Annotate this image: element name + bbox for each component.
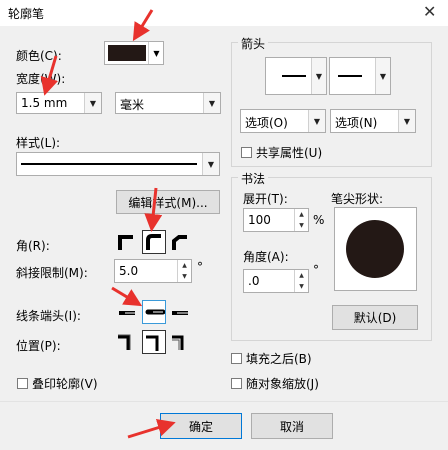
line-cap-label: 线条端头(I): (16, 309, 81, 323)
center-position-icon (146, 335, 159, 351)
width-label: 宽度(W): (16, 72, 66, 86)
angle-unit: ° (313, 263, 319, 277)
share-attributes-label: 共享属性(U) (256, 146, 323, 160)
butt-cap-option[interactable] (116, 303, 138, 325)
behind-fill-checkbox[interactable] (231, 353, 242, 364)
width-combo[interactable]: 1.5 mm ▼ (16, 92, 102, 114)
bevel-corner-option[interactable] (170, 232, 192, 254)
stretch-label: 展开(T): (243, 192, 288, 206)
share-attributes-checkbox[interactable] (241, 147, 252, 158)
bevel-corner-icon (172, 235, 187, 250)
style-label: 样式(L): (16, 136, 61, 150)
round-corner-option[interactable] (142, 230, 166, 254)
behind-fill-label: 填充之后(B) (246, 352, 312, 366)
calligraphy-group-label: 书法 (238, 170, 269, 187)
overprint-label: 叠印轮廓(V) (32, 377, 98, 391)
ok-button[interactable]: 确定 (160, 413, 242, 439)
angle-spinner[interactable]: .0 ▲ ▼ (243, 269, 309, 293)
close-icon[interactable]: ✕ (423, 2, 436, 21)
position-label: 位置(P): (16, 339, 61, 353)
edit-style-button[interactable]: 编辑样式(M)... (116, 190, 220, 214)
nib-circle (346, 220, 404, 278)
chevron-down-icon: ▼ (375, 58, 390, 94)
title-bar (0, 0, 448, 26)
square-cap-icon (172, 311, 188, 315)
color-label: 颜色(C): (16, 49, 62, 63)
unit-combo[interactable]: 毫米 ▼ (115, 92, 221, 114)
default-button[interactable]: 默认(D) (332, 305, 418, 330)
width-value: 1.5 mm (21, 96, 68, 110)
miter-corner-option[interactable] (116, 232, 138, 254)
miter-limit-unit: ° (197, 260, 203, 274)
chevron-down-icon: ▼ (398, 110, 415, 132)
end-arrow-options[interactable]: 选项(N) ▼ (330, 109, 416, 133)
miter-limit-label: 斜接限制(M): (16, 266, 88, 280)
chevron-down-icon: ▼ (84, 93, 101, 113)
end-arrow-options-label: 选项(N) (335, 116, 378, 130)
miter-limit-spinner[interactable]: 5.0 ▲ ▼ (114, 259, 192, 283)
scale-with-image-checkbox[interactable] (231, 378, 242, 389)
corner-label: 角(R): (16, 239, 50, 253)
round-cap-option[interactable] (142, 300, 166, 324)
color-picker-button[interactable]: ▼ (104, 41, 164, 65)
center-position-option[interactable] (142, 330, 166, 354)
start-arrow-picker[interactable]: ▼ (265, 57, 327, 95)
color-swatch (108, 45, 146, 61)
spinner-arrows-icon[interactable]: ▲ ▼ (294, 270, 308, 292)
solid-line-preview (21, 163, 197, 165)
style-combo[interactable]: ▼ (16, 152, 220, 176)
arrow-none-preview (338, 75, 362, 77)
nib-shape-label: 笔尖形状: (331, 192, 384, 206)
inside-position-option[interactable] (170, 332, 192, 354)
end-arrow-picker[interactable]: ▼ (329, 57, 391, 95)
butt-cap-icon (119, 311, 135, 315)
outside-position-icon (118, 334, 131, 350)
chevron-down-icon: ▼ (203, 93, 220, 113)
square-cap-option[interactable] (170, 303, 192, 325)
scale-with-image-label: 随对象缩放(J) (246, 377, 319, 391)
start-arrow-options-label: 选项(O) (245, 116, 288, 130)
stretch-unit: % (313, 213, 325, 227)
dialog-title: 轮廓笔 (8, 7, 45, 21)
angle-value: .0 (248, 274, 260, 288)
round-corner-icon (146, 234, 161, 250)
angle-label: 角度(A): (243, 250, 289, 264)
arrow-to-line-cap (111, 286, 143, 307)
miter-corner-icon (118, 235, 133, 250)
nib-shape-preview[interactable] (334, 207, 417, 291)
stretch-spinner[interactable]: 100 ▲ ▼ (243, 208, 309, 232)
start-arrow-options[interactable]: 选项(O) ▼ (240, 109, 326, 133)
stretch-value: 100 (248, 213, 271, 227)
chevron-down-icon: ▼ (311, 58, 326, 94)
chevron-down-icon: ▼ (308, 110, 325, 132)
miter-limit-value: 5.0 (119, 264, 139, 278)
unit-value: 毫米 (120, 98, 145, 112)
chevron-down-icon: ▼ (202, 153, 219, 175)
arrows-group-label: 箭头 (238, 35, 269, 52)
spinner-arrows-icon[interactable]: ▲ ▼ (294, 209, 308, 231)
arrow-none-preview (282, 75, 306, 77)
round-cap-icon (145, 309, 166, 315)
inside-position-icon (172, 335, 184, 350)
cancel-button[interactable]: 取消 (251, 413, 333, 439)
outside-position-option[interactable] (116, 332, 138, 354)
overprint-checkbox[interactable] (17, 378, 28, 389)
chevron-down-icon: ▼ (148, 42, 164, 64)
spinner-arrows-icon[interactable]: ▲ ▼ (177, 260, 191, 282)
